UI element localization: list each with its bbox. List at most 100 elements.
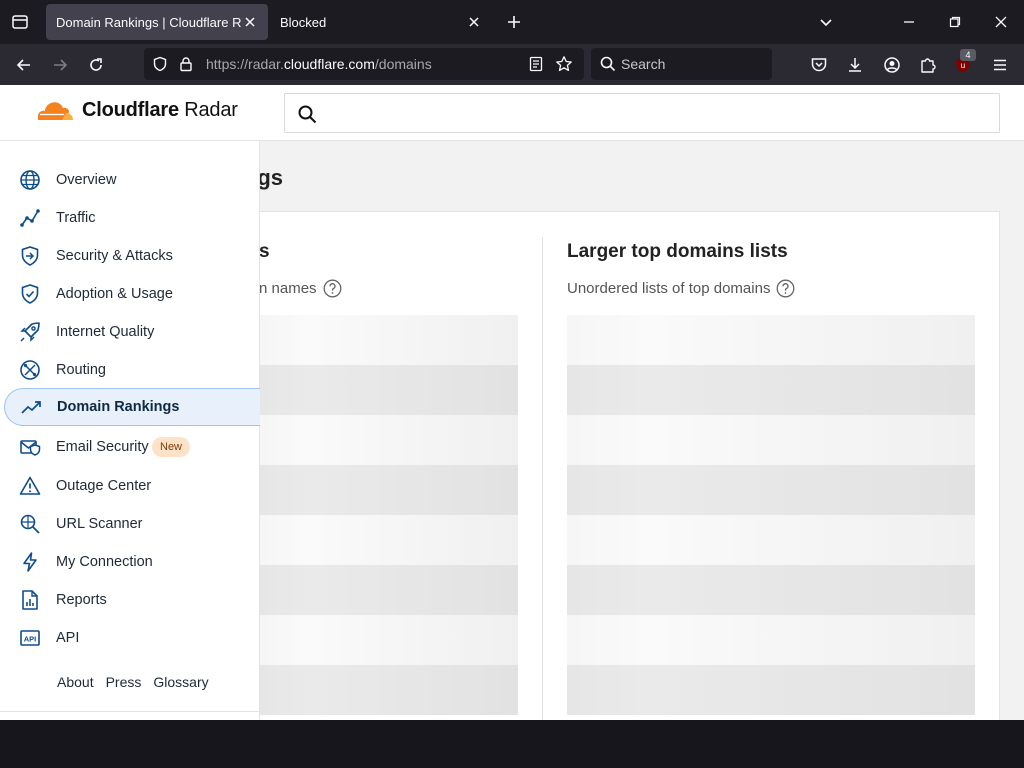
larger-top-domains-subtitle: Unordered lists of top domains	[567, 279, 795, 298]
restore-icon	[949, 16, 961, 28]
sidebar-item-api[interactable]: API API	[4, 619, 260, 657]
site-search-box[interactable]	[284, 93, 1000, 133]
reader-view-button[interactable]	[526, 54, 546, 74]
cloudflare-cloud-icon	[38, 101, 73, 120]
site-search-input[interactable]	[329, 102, 979, 126]
new-tab-button[interactable]	[502, 10, 526, 34]
tab-title: Blocked	[280, 14, 327, 30]
site-info-icon[interactable]	[176, 54, 196, 74]
tab-domain-rankings[interactable]: Domain Rankings | Cloudflare Radar	[46, 4, 268, 40]
top-domains-subtitle-text: n names	[259, 280, 317, 297]
reload-icon	[90, 58, 102, 71]
question-circle-icon	[323, 279, 341, 298]
about-link[interactable]: About	[57, 674, 94, 690]
minimize-button[interactable]	[895, 8, 923, 36]
help-icon[interactable]	[776, 279, 795, 298]
sidebar-navigation: Overview Traffic Security & Attacks Adop…	[0, 141, 260, 720]
close-window-button[interactable]	[987, 8, 1015, 36]
sidebar-footer-links: About Press Glossary	[57, 674, 209, 690]
browser-search-input[interactable]	[621, 54, 761, 74]
sidebar-item-email-security[interactable]: Email Security New	[4, 428, 260, 466]
globe-icon	[18, 168, 42, 192]
trend-up-icon	[19, 396, 43, 420]
sidebar-item-my-connection[interactable]: My Connection	[4, 543, 260, 581]
sidebar-item-label: Security & Attacks	[56, 248, 173, 264]
arrow-left-icon	[16, 59, 30, 71]
sidebar-item-reports[interactable]: Reports	[4, 581, 260, 619]
logo-text: Cloudflare Radar	[82, 99, 238, 122]
tracking-protection-icon[interactable]	[150, 54, 170, 74]
hamburger-menu-icon	[994, 59, 1006, 71]
tab-close-button[interactable]	[466, 14, 482, 30]
press-link[interactable]: Press	[106, 674, 142, 690]
browser-search-box[interactable]	[591, 48, 772, 80]
logo-text-bold: Cloudflare	[82, 99, 179, 121]
tab-close-button[interactable]	[242, 14, 258, 30]
sidebar-item-label: Reports	[56, 592, 107, 608]
skeleton-row	[259, 465, 518, 515]
restore-button[interactable]	[941, 8, 969, 36]
page-viewport: Cloudflare Radar gs s n names Larger top…	[0, 85, 1024, 720]
tab-strip: Domain Rankings | Cloudflare Radar Block…	[0, 0, 1024, 44]
sidebar-item-label: Traffic	[56, 210, 96, 226]
lock-icon	[180, 57, 192, 72]
downloads-button[interactable]	[842, 52, 868, 78]
tab-list-icon	[12, 15, 28, 29]
shield-arrow-icon	[18, 244, 42, 268]
top-domains-subtitle: n names	[259, 279, 342, 298]
tab-blocked[interactable]: Blocked	[270, 4, 492, 40]
account-button[interactable]	[879, 52, 905, 78]
shield-check-icon	[18, 282, 42, 306]
top-domains-loading-list	[259, 315, 518, 715]
sidebar-item-url-scanner[interactable]: URL Scanner	[4, 505, 260, 543]
sidebar-item-security-attacks[interactable]: Security & Attacks	[4, 237, 260, 275]
skeleton-row	[259, 565, 518, 615]
sidebar-item-label: Routing	[56, 362, 106, 378]
sidebar-item-adoption-usage[interactable]: Adoption & Usage	[4, 275, 260, 313]
list-all-tabs-button[interactable]	[812, 8, 840, 36]
chevron-down-icon	[820, 19, 832, 27]
tab-list-button[interactable]	[8, 10, 32, 34]
search-icon	[298, 105, 317, 124]
cloudflare-radar-logo[interactable]: Cloudflare Radar	[32, 99, 238, 122]
skeleton-row	[259, 315, 518, 365]
url-bar[interactable]: https://radar.cloudflare.com/domains	[144, 48, 584, 80]
skeleton-row	[259, 365, 518, 415]
sidebar-item-internet-quality[interactable]: Internet Quality	[4, 313, 260, 351]
new-badge: New	[152, 437, 191, 457]
reload-button[interactable]	[83, 52, 109, 78]
sidebar-item-overview[interactable]: Overview	[4, 161, 260, 199]
site-header: Cloudflare Radar	[0, 85, 1024, 141]
rocket-icon	[18, 320, 42, 344]
sidebar-item-outage-center[interactable]: Outage Center	[4, 467, 260, 505]
close-icon	[245, 17, 255, 27]
sidebar-item-domain-rankings[interactable]: Domain Rankings	[4, 388, 260, 426]
forward-button[interactable]	[47, 52, 73, 78]
sidebar-item-label: My Connection	[56, 554, 153, 570]
sidebar-item-routing[interactable]: Routing	[4, 351, 260, 389]
sidebar-item-label: Email Security	[56, 439, 149, 455]
back-button[interactable]	[11, 52, 37, 78]
star-icon	[556, 56, 572, 72]
app-menu-button[interactable]	[987, 52, 1013, 78]
url-text: https://radar.cloudflare.com/domains	[206, 56, 432, 72]
larger-top-domains-subtitle-text: Unordered lists of top domains	[567, 280, 771, 297]
help-icon[interactable]	[323, 279, 342, 298]
glossary-link[interactable]: Glossary	[153, 674, 208, 690]
top-domains-title: s	[259, 241, 270, 262]
skeleton-row	[567, 615, 975, 665]
bookmark-button[interactable]	[554, 54, 574, 74]
report-icon	[18, 588, 42, 612]
extensions-button[interactable]	[915, 52, 941, 78]
sidebar-item-label: Overview	[56, 172, 117, 188]
sidebar-item-label: Outage Center	[56, 478, 152, 494]
skeleton-row	[567, 665, 975, 715]
pocket-button[interactable]	[806, 52, 832, 78]
pocket-icon	[811, 58, 827, 72]
url-subdomain: radar.	[248, 56, 284, 72]
sidebar-item-traffic[interactable]: Traffic	[4, 199, 260, 237]
close-icon	[469, 17, 479, 27]
skeleton-row	[259, 615, 518, 665]
close-icon	[995, 16, 1007, 28]
skeleton-row	[567, 365, 975, 415]
